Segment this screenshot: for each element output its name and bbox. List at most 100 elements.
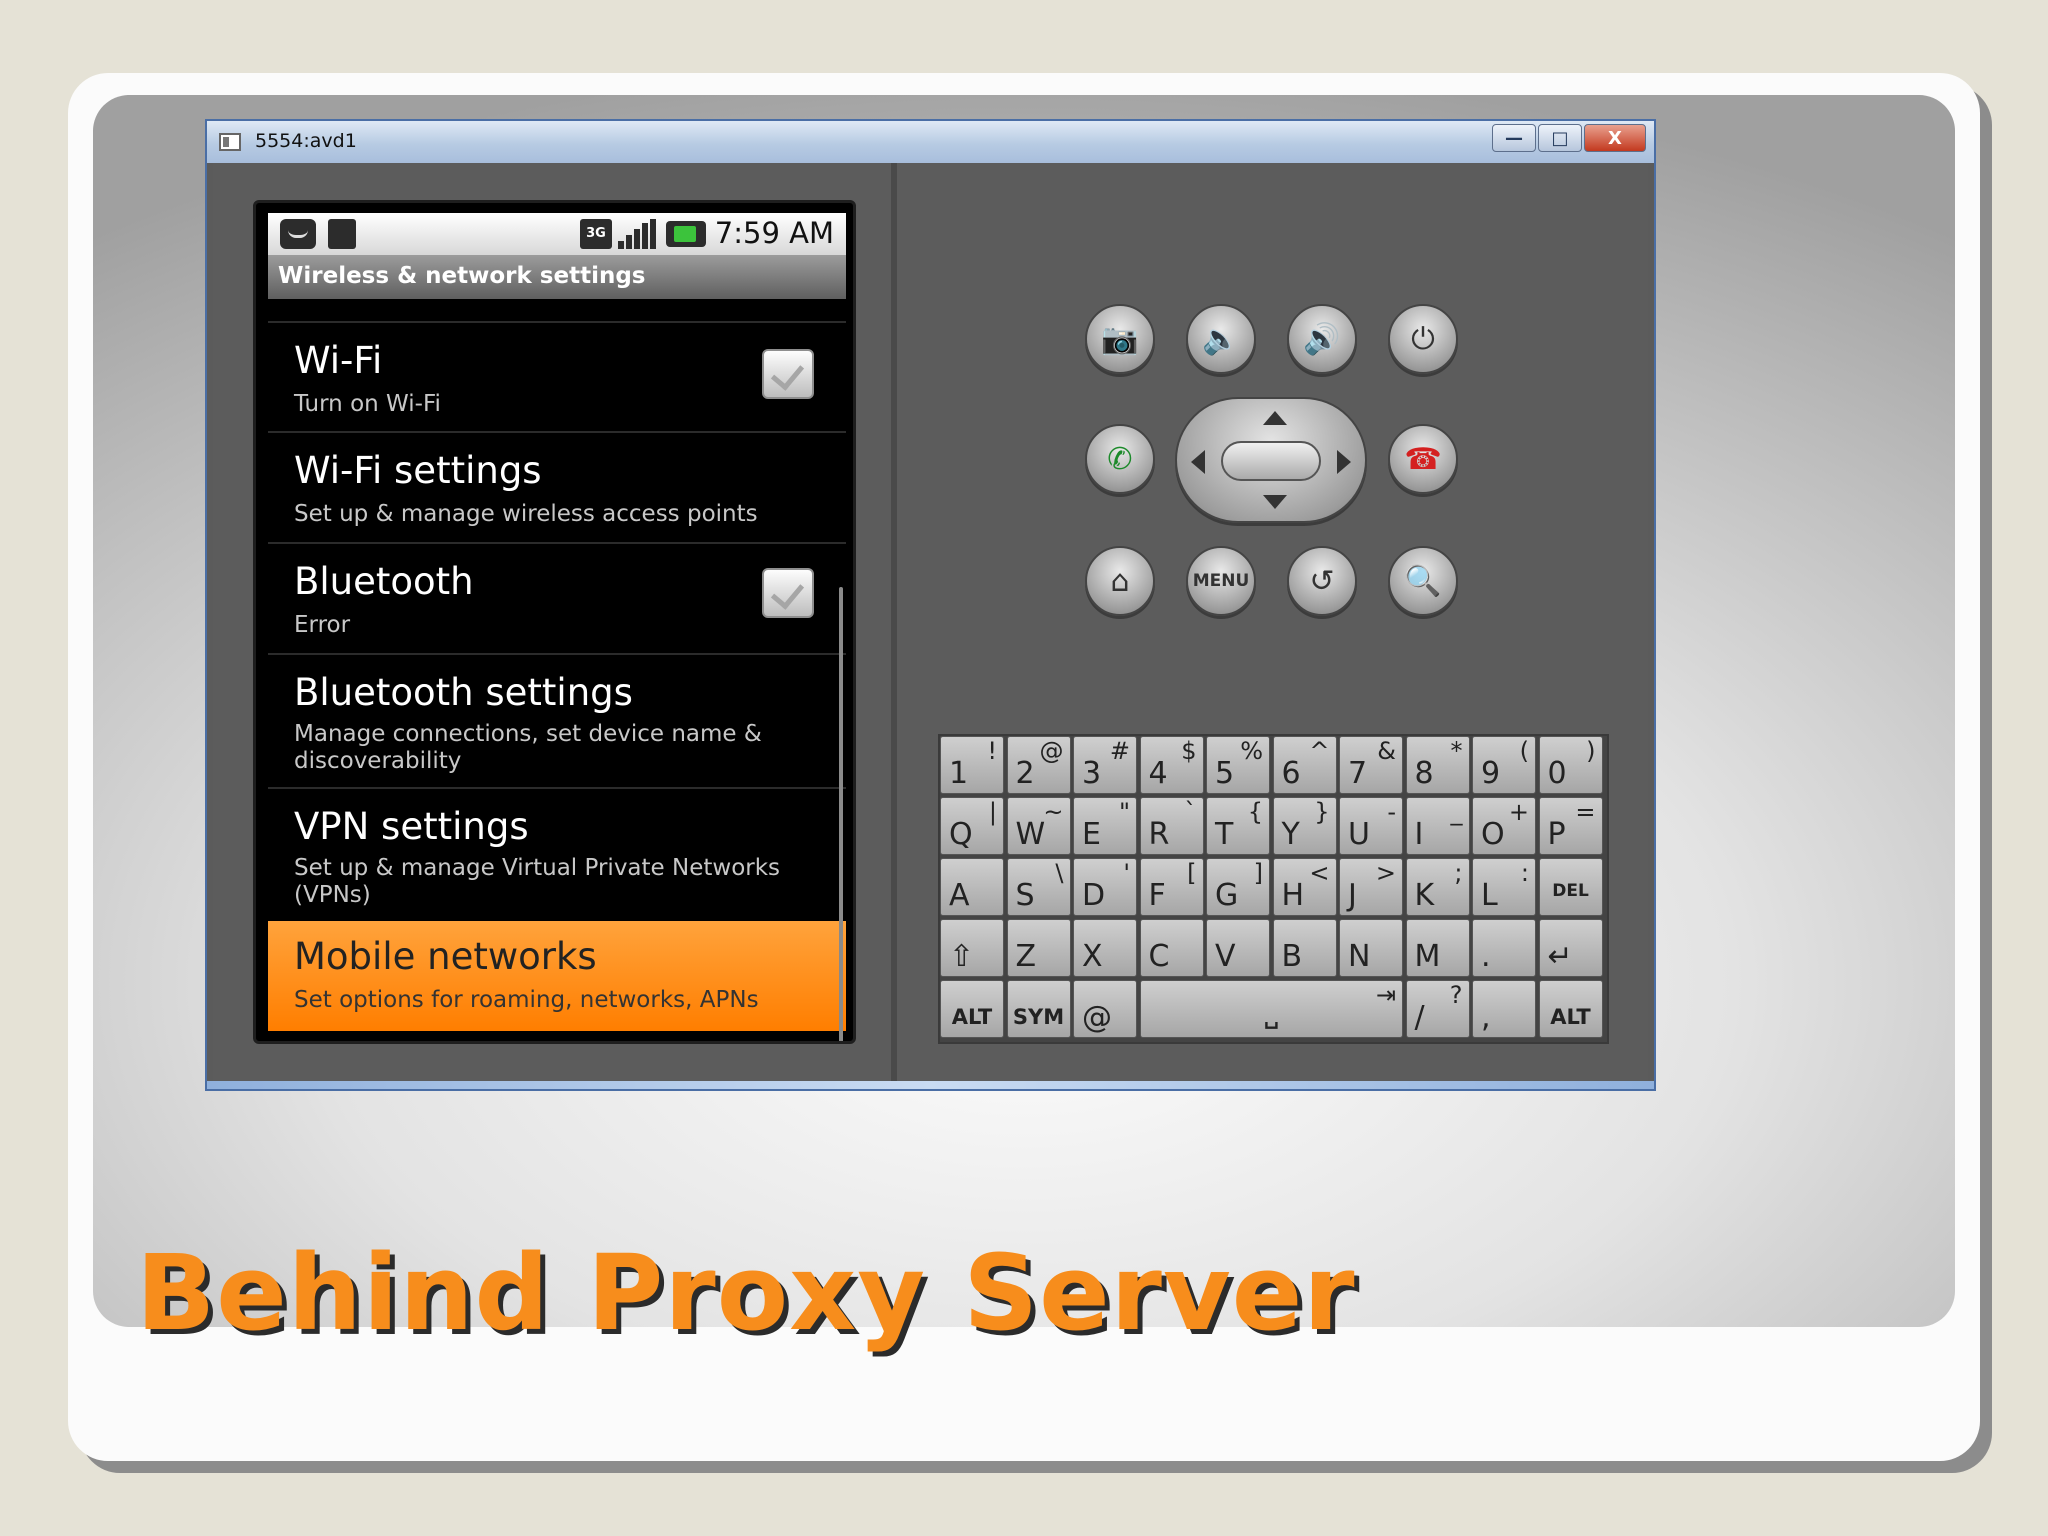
key-.[interactable]: . bbox=[1472, 919, 1536, 977]
key-h[interactable]: H < bbox=[1272, 858, 1337, 916]
key-t[interactable]: T{ bbox=[1206, 797, 1270, 855]
message-icon bbox=[280, 219, 316, 249]
end-call-button[interactable]: ☎ bbox=[1388, 424, 1458, 494]
bluetooth-checkbox[interactable] bbox=[762, 568, 814, 618]
key-c[interactable]: C bbox=[1139, 919, 1204, 977]
key-slash[interactable]: /? bbox=[1405, 980, 1470, 1038]
search-button[interactable]: 🔍 bbox=[1388, 546, 1458, 616]
key-i[interactable]: I _ bbox=[1405, 797, 1470, 855]
key-f[interactable]: F[ bbox=[1139, 858, 1204, 916]
setting-summary: Turn on Wi-Fi bbox=[294, 391, 441, 417]
menu-button[interactable]: MENU bbox=[1186, 546, 1256, 616]
camera-button[interactable]: 📷 bbox=[1085, 304, 1155, 374]
back-button[interactable]: ↺ bbox=[1287, 546, 1357, 616]
key-m[interactable]: M bbox=[1405, 919, 1470, 977]
key-8[interactable]: 8 * bbox=[1405, 736, 1470, 794]
key-a[interactable]: A bbox=[940, 858, 1004, 916]
key-9[interactable]: 9( bbox=[1472, 736, 1536, 794]
status-bar[interactable]: 3G 7:59 AM bbox=[268, 213, 846, 255]
key-alt-label: ~ bbox=[1043, 798, 1064, 826]
enter-key[interactable]: ↵ bbox=[1538, 919, 1603, 977]
key-x[interactable]: X bbox=[1073, 919, 1137, 977]
volume-down-button[interactable]: 🔈 bbox=[1186, 304, 1256, 374]
key-label: O bbox=[1481, 817, 1505, 852]
setting-summary: Error bbox=[294, 612, 351, 638]
setting-wifi-settings[interactable]: Wi-Fi settings Set up & manage wireless … bbox=[268, 431, 846, 542]
key-0[interactable]: 0) bbox=[1538, 736, 1603, 794]
key-comma[interactable]: , bbox=[1472, 980, 1536, 1038]
key-alt-label: + bbox=[1508, 798, 1529, 826]
key-o[interactable]: O + bbox=[1472, 797, 1536, 855]
key-3[interactable]: 3 # bbox=[1073, 736, 1137, 794]
dpad[interactable] bbox=[1175, 397, 1367, 523]
volume-up-button[interactable]: 🔊 bbox=[1287, 304, 1357, 374]
key-g[interactable]: G] bbox=[1206, 858, 1270, 916]
minimize-button[interactable]: — bbox=[1492, 124, 1536, 152]
end-call-icon: ☎ bbox=[1404, 441, 1442, 477]
home-button[interactable]: ⌂ bbox=[1085, 546, 1155, 616]
list-scrollbar[interactable] bbox=[839, 587, 843, 1041]
space-key[interactable]: ␣ ⇥ bbox=[1139, 980, 1403, 1038]
setting-mobile-networks[interactable]: Mobile networks Set options for roaming,… bbox=[268, 921, 846, 1031]
key-e[interactable]: E " bbox=[1073, 797, 1137, 855]
delete-key[interactable]: DEL bbox=[1538, 858, 1603, 916]
key-label: N bbox=[1348, 939, 1371, 974]
key-w[interactable]: W ~ bbox=[1006, 797, 1071, 855]
setting-bluetooth[interactable]: Bluetooth Error bbox=[268, 542, 846, 653]
key-alt-label: : bbox=[1520, 859, 1529, 887]
key-v[interactable]: V bbox=[1206, 919, 1270, 977]
key-at[interactable]: @ bbox=[1073, 980, 1137, 1038]
window-titlebar[interactable]: 5554:avd1 — □ X bbox=[207, 121, 1654, 163]
sym-key[interactable]: SYM bbox=[1006, 980, 1071, 1038]
key-n[interactable]: N bbox=[1339, 919, 1403, 977]
key-5[interactable]: 5% bbox=[1206, 736, 1270, 794]
wifi-checkbox[interactable] bbox=[762, 349, 814, 399]
status-time: 7:59 AM bbox=[714, 216, 834, 250]
key-u[interactable]: U- bbox=[1339, 797, 1403, 855]
key-alt-label: ; bbox=[1454, 859, 1463, 887]
shift-key[interactable]: ⇧ bbox=[940, 919, 1004, 977]
key-alt-label: > bbox=[1375, 859, 1396, 887]
key-alt-label: ' bbox=[1123, 859, 1130, 887]
maximize-button[interactable]: □ bbox=[1538, 124, 1582, 152]
call-button[interactable]: ✆ bbox=[1085, 424, 1155, 494]
key-s[interactable]: S \ bbox=[1006, 858, 1071, 916]
key-1[interactable]: 1! bbox=[940, 736, 1004, 794]
alt-left-key[interactable]: ALT bbox=[940, 980, 1004, 1038]
setting-summary: Set up & manage wireless access points bbox=[294, 501, 758, 527]
key-z[interactable]: Z bbox=[1006, 919, 1071, 977]
key-d[interactable]: D ' bbox=[1073, 858, 1137, 916]
setting-wifi[interactable]: Wi-Fi Turn on Wi-Fi bbox=[268, 321, 846, 431]
dpad-up-icon[interactable] bbox=[1263, 411, 1287, 425]
key-k[interactable]: K; bbox=[1405, 858, 1470, 916]
setting-bluetooth-settings[interactable]: Bluetooth settings Manage connections, s… bbox=[268, 653, 846, 787]
dpad-down-icon[interactable] bbox=[1263, 495, 1287, 509]
key-j[interactable]: J > bbox=[1339, 858, 1403, 916]
power-button[interactable]: ⏻ bbox=[1388, 304, 1458, 374]
key-alt-label: } bbox=[1314, 798, 1330, 826]
setting-summary: Manage connections, set device name & di… bbox=[294, 721, 762, 774]
key-l[interactable]: L: bbox=[1472, 858, 1536, 916]
dpad-center-button[interactable] bbox=[1221, 441, 1321, 481]
key-y[interactable]: Y} bbox=[1272, 797, 1337, 855]
setting-summary: Set up & manage Virtual Private Networks… bbox=[294, 855, 781, 908]
key-q[interactable]: Q | bbox=[940, 797, 1004, 855]
battery-icon bbox=[666, 221, 706, 247]
key-label: DEL bbox=[1552, 881, 1589, 901]
key-7[interactable]: 7 & bbox=[1339, 736, 1403, 794]
alt-right-key[interactable]: ALT bbox=[1538, 980, 1603, 1038]
key-b[interactable]: B bbox=[1272, 919, 1337, 977]
key-p[interactable]: P = bbox=[1538, 797, 1603, 855]
key-r[interactable]: R ` bbox=[1139, 797, 1204, 855]
dpad-left-icon[interactable] bbox=[1191, 450, 1205, 474]
key-2[interactable]: 2 @ bbox=[1006, 736, 1071, 794]
key-4[interactable]: 4 $ bbox=[1139, 736, 1204, 794]
key-6[interactable]: 6 ^ bbox=[1272, 736, 1337, 794]
key-label: Z bbox=[1015, 939, 1037, 974]
settings-list: Wi-Fi Turn on Wi-Fi Wi-Fi settings Set u… bbox=[268, 321, 846, 1031]
dpad-right-icon[interactable] bbox=[1337, 450, 1351, 474]
signal-icon bbox=[618, 219, 656, 249]
close-button[interactable]: X bbox=[1584, 124, 1646, 152]
key-label: H bbox=[1281, 878, 1305, 913]
setting-vpn-settings[interactable]: VPN settings Set up & manage Virtual Pri… bbox=[268, 787, 846, 921]
